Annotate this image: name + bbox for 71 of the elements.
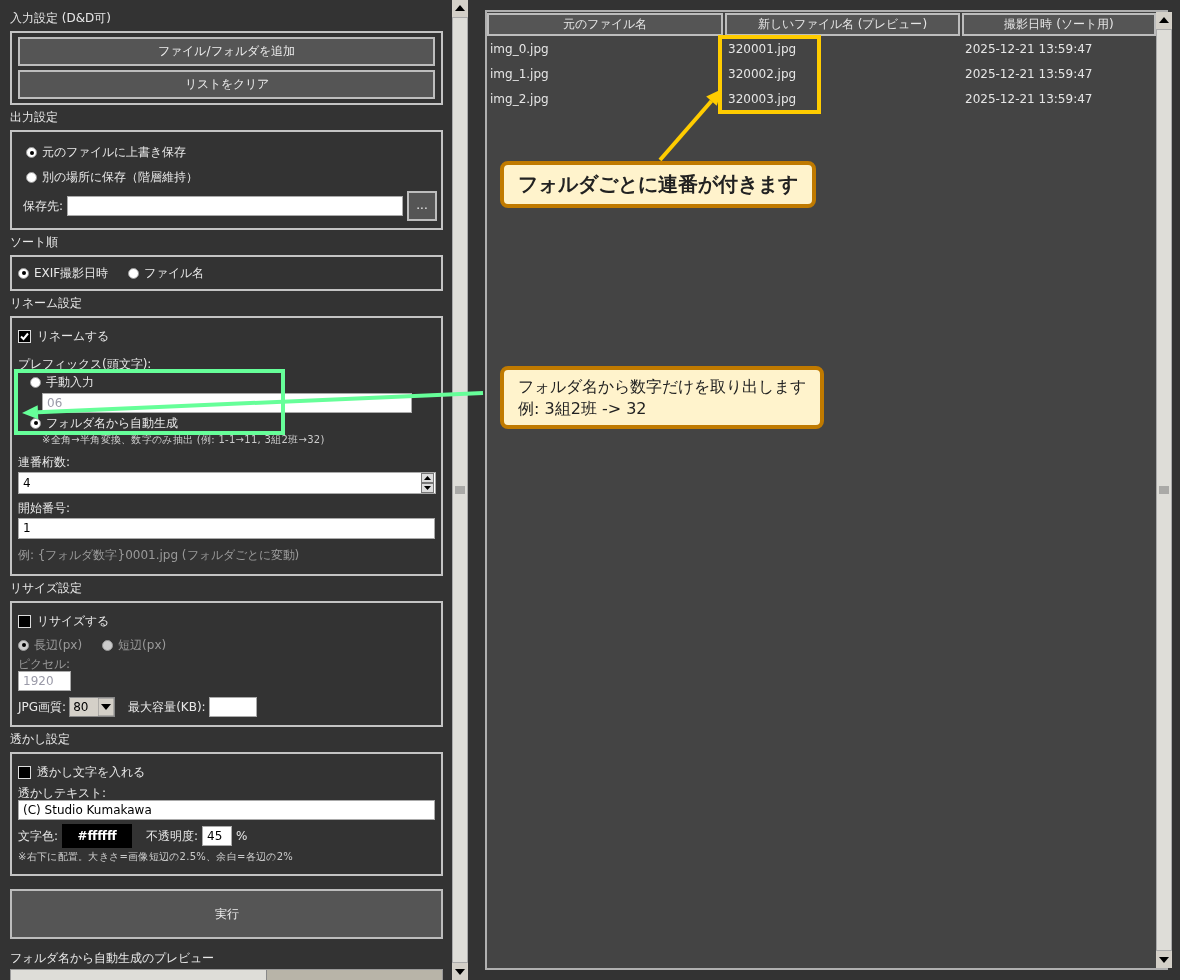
option-label: ファイル名 xyxy=(144,264,205,282)
unit-label: % xyxy=(236,829,248,843)
checkbox-label: リネームする xyxy=(37,327,109,345)
section-title: ソート順 xyxy=(10,235,59,249)
callout-text: フォルダ名から数字だけを取り出します xyxy=(518,376,806,398)
field-label: 保存先: xyxy=(23,197,64,215)
option-label: 長辺(px) xyxy=(34,636,83,654)
table-cell-text: 2025-12-21 13:59:47 xyxy=(964,91,1094,106)
grip-icon xyxy=(455,486,465,494)
spinner-icon[interactable] xyxy=(421,472,435,494)
column-header[interactable]: 元のファイル名 xyxy=(487,13,723,36)
section-title: リネーム設定 xyxy=(10,296,83,310)
field-label: 開始番号: xyxy=(18,501,72,515)
table-cell-text: img_0.jpg xyxy=(489,41,550,56)
option-label: 別の場所に保存（階層維持） xyxy=(42,169,198,186)
table-cell-text: 320002.jpg xyxy=(727,66,798,81)
field-label: 不透明度: xyxy=(146,827,199,845)
section-title: フォルダ名から自動生成のプレビュー xyxy=(10,951,215,965)
hint-text: ※右下に配置。大きさ=画像短辺の2.5%、余白=各辺の2% xyxy=(18,850,295,864)
scroll-thumb[interactable] xyxy=(1156,29,1172,951)
field-label: JPG画質: xyxy=(18,698,67,716)
table-cell-text: img_2.jpg xyxy=(489,91,550,106)
example-text: 例: {フォルダ数字}0001.jpg (フォルダごとに変動) xyxy=(18,548,301,562)
table-cell-text: 320001.jpg xyxy=(727,41,798,56)
option-label: EXIF撮影日時 xyxy=(34,264,109,282)
option-label: フォルダ名から自動生成 xyxy=(46,414,178,432)
section-title: 入力設定 (D&D可) xyxy=(10,11,112,25)
action-button[interactable]: リストをクリア xyxy=(18,70,435,99)
hint-text: ※全角→半角変換、数字のみ抽出 (例: 1-1→11, 3組2班→32) xyxy=(41,433,326,447)
browse-button[interactable]: ... xyxy=(407,191,437,221)
section-title: 出力設定 xyxy=(10,110,59,124)
field-label: 文字色: xyxy=(18,827,59,845)
color-button[interactable]: #ffffff xyxy=(62,824,133,848)
option-label: 手動入力 xyxy=(46,373,94,391)
radio-button[interactable] xyxy=(26,172,37,183)
section-title: リサイズ設定 xyxy=(10,581,83,595)
number-field[interactable]: 1 xyxy=(18,518,435,539)
checkbox[interactable] xyxy=(18,765,31,779)
field-label: 最大容量(KB): xyxy=(128,698,206,716)
field-label: 連番桁数: xyxy=(18,455,72,469)
radio-button[interactable] xyxy=(26,147,37,158)
table-cell-text: 2025-12-21 13:59:47 xyxy=(964,41,1094,56)
text-field[interactable]: (C) Studio Kumakawa xyxy=(18,800,435,820)
column-header[interactable]: 新しいファイル名 (プレビュー) xyxy=(725,13,960,36)
field-label: 透かしテキスト: xyxy=(18,786,108,800)
table-cell-text: img_1.jpg xyxy=(489,66,550,81)
radio-button[interactable] xyxy=(18,267,29,279)
number-field[interactable]: 4 xyxy=(18,472,436,494)
callout-text: フォルダごとに連番が付きます xyxy=(518,171,798,198)
section-title: 透かし設定 xyxy=(10,732,71,746)
table-cell-text: 2025-12-21 13:59:47 xyxy=(964,66,1094,81)
caret-icon[interactable] xyxy=(98,698,115,716)
radio-button[interactable] xyxy=(30,376,41,388)
run-button[interactable]: 実行 xyxy=(10,889,443,939)
grip-icon xyxy=(1159,486,1169,494)
field-label: プレフィックス(頭文字): xyxy=(18,357,153,371)
column-header[interactable]: 撮影日時 (ソート用) xyxy=(962,13,1156,36)
table-cell-text: 320003.jpg xyxy=(727,91,798,106)
option-label: 元のファイルに上書き保存 xyxy=(42,144,186,161)
checkbox-label: 透かし文字を入れる xyxy=(37,763,145,781)
text-field[interactable] xyxy=(208,697,257,717)
checkbox-label: リサイズする xyxy=(37,612,109,630)
field-label: ピクセル: xyxy=(18,657,72,671)
option-label: 短辺(px) xyxy=(118,636,167,654)
scroll-thumb[interactable] xyxy=(452,17,468,963)
text-field[interactable] xyxy=(67,196,403,216)
action-button[interactable]: ファイル/フォルダを追加 xyxy=(18,37,435,66)
checkbox[interactable] xyxy=(18,329,31,343)
callout-text: 例: 3組2班 -> 32 xyxy=(518,397,648,420)
radio-button[interactable] xyxy=(128,267,140,279)
number-field[interactable]: 45 xyxy=(202,826,233,846)
